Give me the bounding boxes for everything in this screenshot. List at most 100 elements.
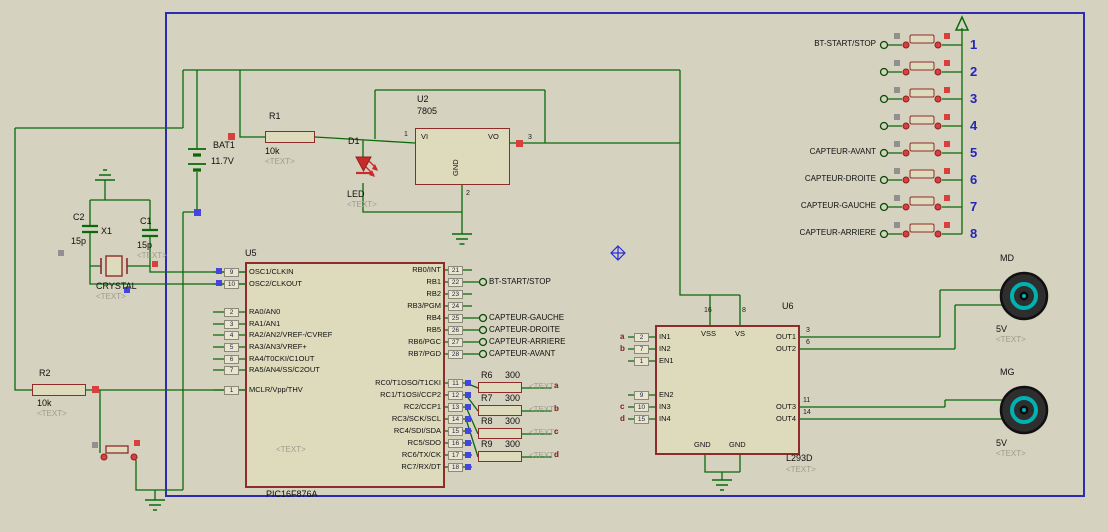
- push-button-symbol[interactable]: [92, 440, 140, 461]
- u6-pin-number: 14: [803, 409, 811, 416]
- bat1-ref-label: BAT1: [213, 140, 235, 150]
- u5-pin-name: RB6/PGC: [408, 337, 441, 346]
- u6-pin-number: 2: [634, 333, 649, 342]
- net-label-c[interactable]: c: [554, 428, 558, 436]
- r9-body[interactable]: [478, 451, 522, 462]
- u5-pin-name: RC1/T1OSI/CCP2: [380, 390, 441, 399]
- u6-pin-number: 1: [634, 357, 649, 366]
- net-label-d[interactable]: d: [620, 415, 625, 423]
- r1-body[interactable]: [265, 131, 315, 143]
- u2-value-label: 7805: [417, 106, 438, 116]
- r7-body[interactable]: [478, 405, 522, 416]
- u5-pin-number: 9: [224, 268, 239, 277]
- net-label-b[interactable]: b: [554, 405, 559, 413]
- led-symbol[interactable]: [355, 156, 378, 177]
- u5-pin-name: RC3/SCK/SCL: [391, 414, 441, 423]
- u5-pin-name: RC5/SDO: [407, 438, 441, 447]
- terminal-circles[interactable]: [478, 277, 488, 359]
- net-label-d[interactable]: d: [554, 451, 559, 459]
- battery-symbol[interactable]: [188, 148, 206, 172]
- r1-ref-label: R1: [269, 111, 281, 121]
- bus-number: 3: [970, 91, 978, 106]
- switch-label: CAPTEUR-DROITE: [804, 174, 876, 183]
- u5-pin-name: RA0/AN0: [249, 307, 281, 316]
- net-label-capteur-gauche[interactable]: CAPTEUR-GAUCHE: [489, 314, 564, 322]
- mg-ref-label: MG: [1000, 367, 1015, 377]
- r8-body[interactable]: [478, 428, 522, 439]
- switch-symbol[interactable]: [879, 141, 951, 158]
- u6-pin-name: GND: [729, 440, 746, 449]
- u6-pin-number: 8: [742, 307, 746, 314]
- capacitor-c2-symbol[interactable]: [82, 224, 98, 234]
- u6-pin-name: OUT3: [775, 402, 796, 411]
- r6-value-label: 300: [505, 370, 521, 380]
- net-label-bt-start-stop[interactable]: BT-START/STOP: [489, 278, 551, 286]
- u5-pin-number: 17: [448, 451, 463, 460]
- u2-pin-number: 1: [404, 131, 408, 138]
- u5-pin-number: 16: [448, 439, 463, 448]
- bus-number: 5: [970, 145, 978, 160]
- u5-pin-name: OSC2/CLKOUT: [249, 279, 302, 288]
- net-label-capteur-arriere[interactable]: CAPTEUR-ARRIERE: [489, 338, 565, 346]
- u5-pin-number: 27: [448, 338, 463, 347]
- net-label-b[interactable]: b: [620, 345, 625, 353]
- u2-pin-number: 2: [466, 190, 470, 197]
- mg-text-label: <TEXT>: [996, 449, 1026, 458]
- origin-marker-icon: [610, 245, 626, 261]
- d1-ref-label: D1: [348, 136, 360, 146]
- net-label-a[interactable]: a: [620, 333, 624, 341]
- r2-body[interactable]: [32, 384, 86, 396]
- net-label-c[interactable]: c: [620, 403, 624, 411]
- u2-pin-vi-label: VI: [421, 132, 429, 141]
- u6-pin-name: OUT1: [775, 332, 796, 341]
- switch-symbol[interactable]: [879, 87, 951, 104]
- switch-symbol[interactable]: [879, 168, 951, 185]
- u5-pin-number: 12: [448, 391, 463, 400]
- u5-pin-name: OSC1/CLKIN: [249, 267, 294, 276]
- switch-symbol[interactable]: [879, 114, 951, 131]
- switch-symbol[interactable]: [879, 60, 951, 77]
- u6-pin-number: 15: [634, 415, 649, 424]
- u5-pin-name: RC4/SDI/SDA: [393, 426, 441, 435]
- u5-pin-number: 3: [224, 320, 239, 329]
- u5-pin-name: RB3/PGM: [407, 301, 441, 310]
- net-label-capteur-droite[interactable]: CAPTEUR-DROITE: [489, 326, 560, 334]
- crystal-symbol[interactable]: [100, 255, 128, 277]
- u6-pin-number: 3: [806, 327, 810, 334]
- bus-number: 7: [970, 199, 978, 214]
- u5-pin-number: 22: [448, 278, 463, 287]
- u5-pin-number: 26: [448, 326, 463, 335]
- switch-symbol[interactable]: [879, 222, 951, 239]
- net-label-a[interactable]: a: [554, 382, 558, 390]
- u6-pin-name: VSS: [701, 329, 717, 338]
- ground-symbol: [145, 499, 165, 511]
- d1-value-label: LED: [347, 189, 365, 199]
- u5-ref-label: U5: [245, 248, 257, 258]
- u6-pin-number: 9: [634, 391, 649, 400]
- bus-number: 8: [970, 226, 978, 241]
- switch-label: CAPTEUR-AVANT: [809, 147, 876, 156]
- u5-pin-name: RB2: [426, 289, 441, 298]
- bus-number: 1: [970, 37, 978, 52]
- c2-ref-label: C2: [73, 212, 85, 222]
- c1-text-label: <TEXT>: [137, 251, 167, 260]
- switch-symbol[interactable]: [879, 195, 951, 212]
- u6-pin-name: IN3: [659, 402, 671, 411]
- u5-pin-name: RC0/T1OSO/T1CKI: [375, 378, 441, 387]
- r8-ref-label: R8: [481, 416, 493, 426]
- capacitor-c1-symbol[interactable]: [142, 228, 158, 238]
- schematic-canvas: BAT1 11.7V R1 10k <TEXT> D1 LED <TEXT> U…: [0, 0, 1108, 532]
- bus-number: 4: [970, 118, 978, 133]
- u5-pin-name: RB5: [426, 325, 441, 334]
- motor-md-symbol[interactable]: [999, 271, 1049, 321]
- switch-symbol[interactable]: [879, 33, 951, 50]
- u6-value-label: L293D: [786, 453, 813, 463]
- r6-body[interactable]: [478, 382, 522, 393]
- net-label-capteur-avant[interactable]: CAPTEUR-AVANT: [489, 350, 555, 358]
- u5-pin-number: 13: [448, 403, 463, 412]
- motor-mg-symbol[interactable]: [999, 385, 1049, 435]
- ground-symbol: [712, 479, 732, 491]
- u6-pin-number: 10: [634, 403, 649, 412]
- u5-pin-number: 2: [224, 308, 239, 317]
- md-text-label: <TEXT>: [996, 335, 1026, 344]
